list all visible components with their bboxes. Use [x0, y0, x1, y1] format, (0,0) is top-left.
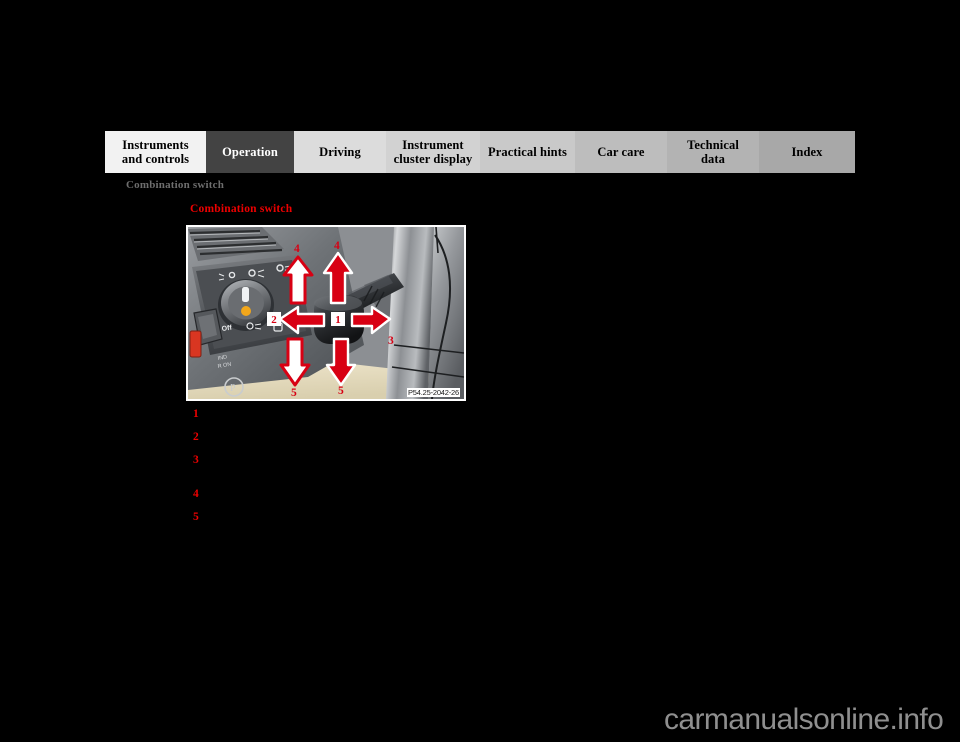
legend-number: 4: [193, 488, 199, 500]
steering-wheel: [386, 227, 464, 399]
tab-car-care[interactable]: Car care: [575, 131, 667, 173]
callout-1-label: 1: [335, 314, 341, 326]
callout-1: 1: [331, 312, 345, 326]
tab-label: Practical hints: [488, 145, 567, 159]
tab-index[interactable]: Index: [759, 131, 855, 173]
tab-label: Car care: [597, 145, 645, 159]
tab-label: Index: [791, 145, 823, 159]
callout-5-left-label: 5: [291, 387, 297, 399]
tab-technical-data[interactable]: Technical data: [667, 131, 759, 173]
callout-2-label: 2: [271, 314, 277, 326]
legend-number: 3: [193, 454, 199, 466]
section-tab-bar: Instruments and controls Operation Drivi…: [105, 131, 855, 173]
tab-label: Instrument cluster display: [393, 138, 473, 166]
tab-instruments-and-controls[interactable]: Instruments and controls: [105, 131, 206, 173]
legend-number: 1: [193, 408, 199, 420]
tab-label: Driving: [319, 145, 361, 159]
tab-instrument-cluster-display[interactable]: Instrument cluster display: [386, 131, 480, 173]
tab-label: Instruments and controls: [121, 138, 190, 166]
list-item: 4: [193, 488, 443, 500]
svg-text:P: P: [230, 383, 236, 394]
callout-5-right-label: 5: [338, 385, 344, 397]
manual-page: Instruments and controls Operation Drivi…: [0, 0, 960, 742]
callout-2: 2: [267, 312, 281, 326]
knob-label-off: Off: [221, 325, 233, 333]
callout-4-right-label: 4: [334, 240, 340, 252]
combination-switch-figure: Off IND R ON P 1 2 3 4 4 5 5 P54.25-2042…: [186, 225, 466, 401]
list-item: 2: [193, 431, 443, 443]
list-item: 5: [193, 511, 443, 523]
tab-practical-hints[interactable]: Practical hints: [480, 131, 575, 173]
figure-caption-code: P54.25-2042-26: [407, 388, 460, 397]
legend-number: 5: [193, 511, 199, 523]
figure-legend-list: 1 2 3 4 5: [193, 408, 443, 523]
combination-switch-illustration: Off IND R ON P 1 2 3 4 4 5 5: [188, 227, 464, 399]
tab-label: Operation: [222, 145, 278, 159]
callout-3-label: 3: [388, 335, 394, 347]
page-title: Combination switch: [190, 203, 293, 215]
tab-operation[interactable]: Operation: [206, 131, 294, 173]
legend-number: 2: [193, 431, 199, 443]
site-watermark: carmanualsonline.info: [664, 703, 944, 736]
hazard-button[interactable]: [189, 330, 202, 358]
headlight-rotary-knob[interactable]: [218, 279, 274, 331]
tab-driving[interactable]: Driving: [294, 131, 386, 173]
tab-label: Technical data: [687, 138, 739, 166]
running-head: Combination switch: [126, 179, 225, 191]
list-item: 1: [193, 408, 443, 420]
list-item: 3: [193, 454, 443, 466]
callout-4-left-label: 4: [294, 243, 300, 255]
